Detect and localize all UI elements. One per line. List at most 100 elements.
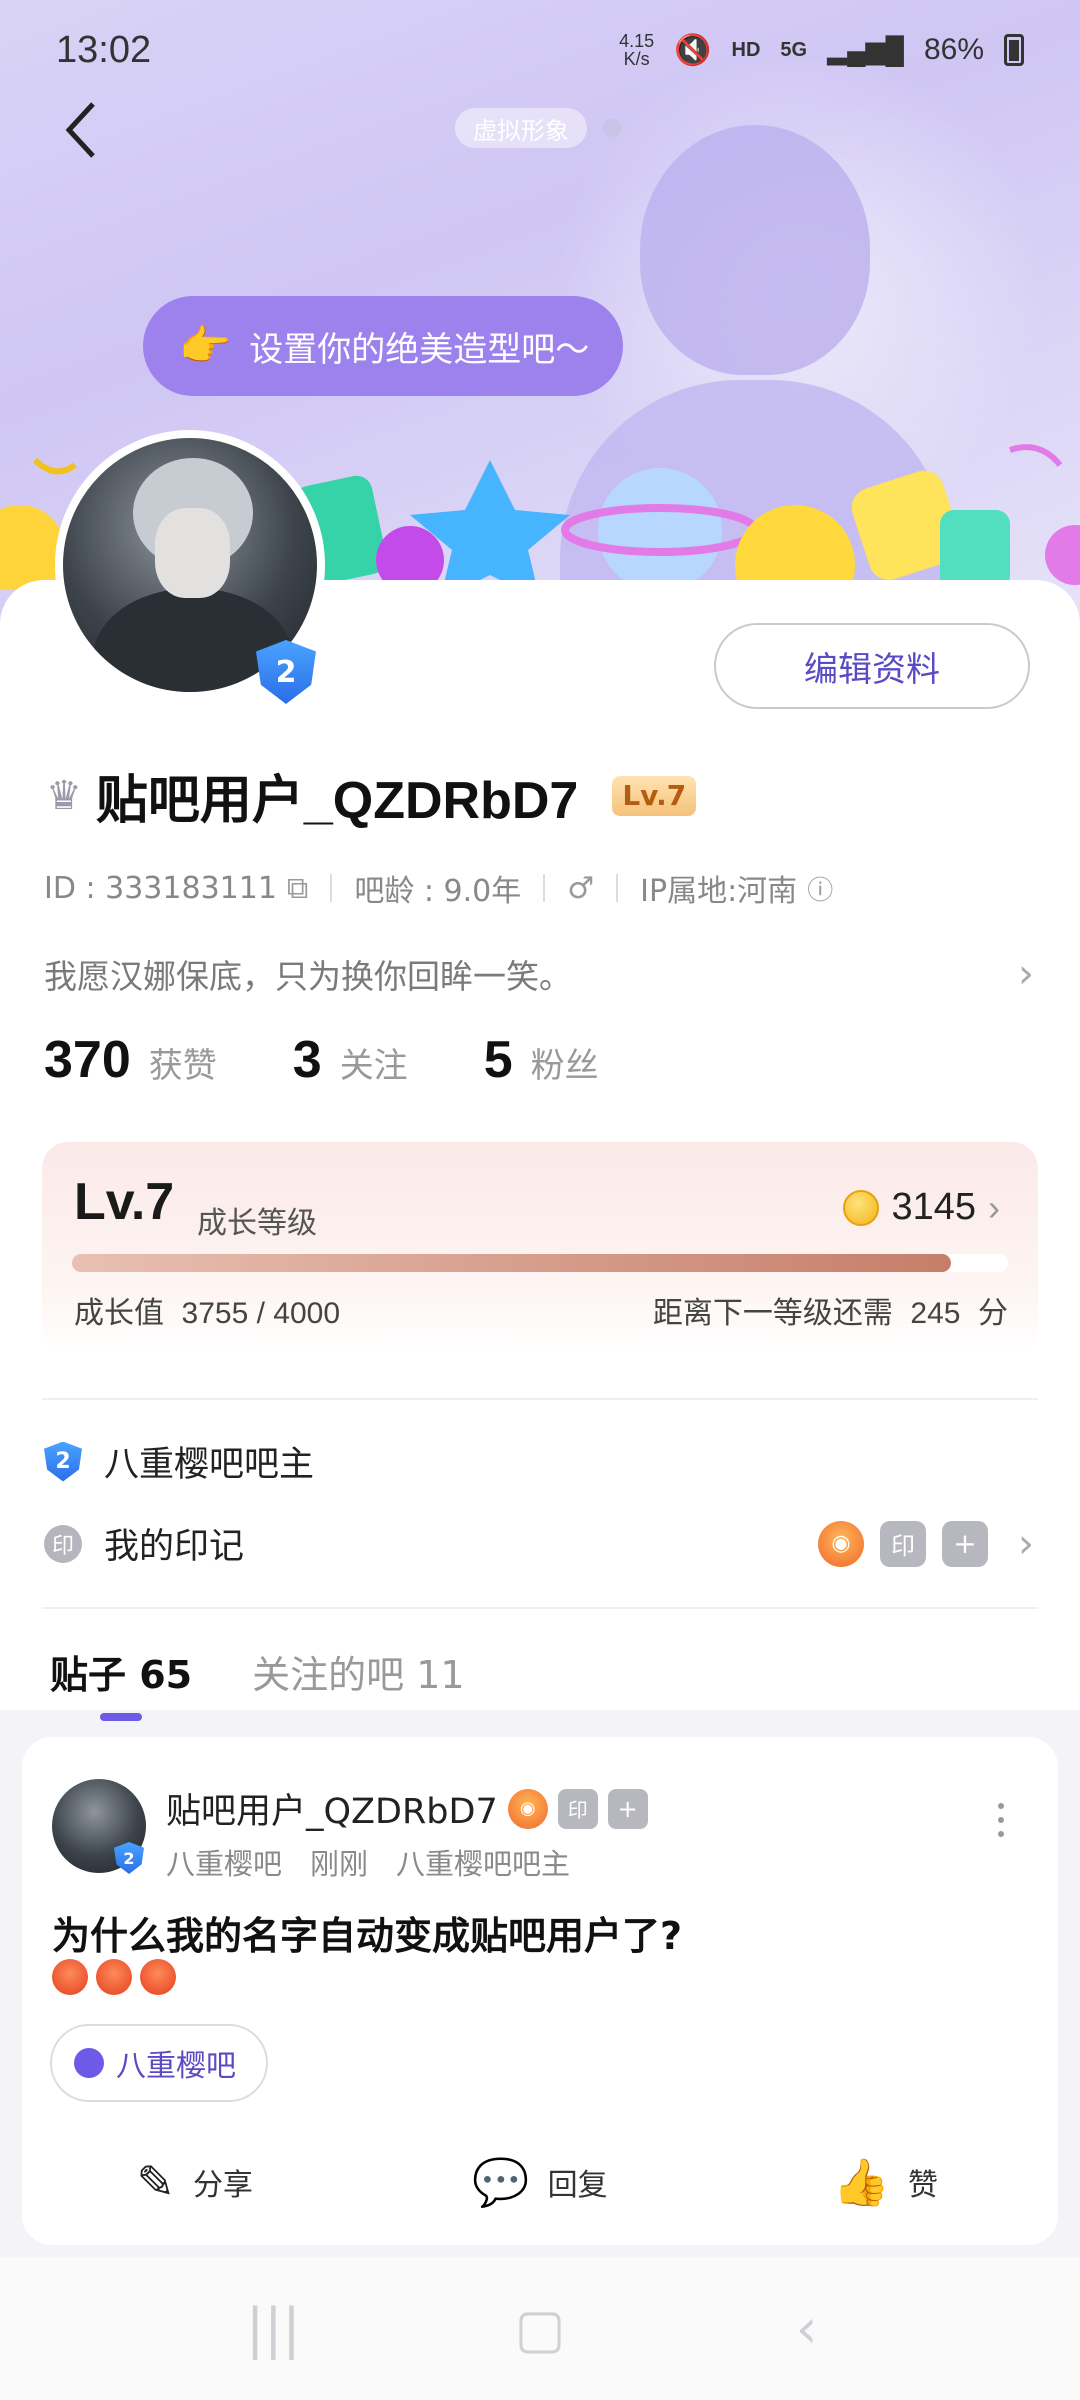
seal-square-icon: 印 (880, 1520, 926, 1567)
planet-icon (74, 2048, 104, 2078)
name-row: ♛ 贴吧用户_QZDRbD7 Lv.7 (46, 758, 697, 833)
ip-location: IP属地:河南 (640, 874, 798, 909)
chevron-right-icon: › (988, 1186, 1000, 1228)
emblem-icon: ◉ (507, 1788, 548, 1829)
emblem-icon: ◉ (818, 1520, 864, 1567)
post-forum: 八重樱吧 (166, 1847, 283, 1881)
stat-label: 获赞 (148, 1046, 217, 1086)
home-icon[interactable]: ▢ (500, 2289, 580, 2369)
growth-progress-fill (72, 1254, 951, 1272)
bar-master-row[interactable]: 2 八重樱吧吧主 (44, 1436, 314, 1487)
stat-label: 粉丝 (530, 1046, 599, 1086)
next-level-value: 245 (910, 1297, 961, 1330)
tab-posts[interactable]: 贴子 65 (50, 1644, 192, 1721)
reply-button[interactable]: 💬 回复 (367, 2155, 712, 2210)
post-time: 刚刚 (310, 1847, 369, 1881)
bio-row[interactable]: 我愿汉娜保底，只为换你回眸一笑。 › (44, 950, 1034, 998)
stat-number: 5 (483, 1031, 513, 1089)
next-level: 距离下一等级还需 245 分 (653, 1288, 1008, 1332)
post-meta: 八重樱吧 刚刚 八重樱吧吧主 (166, 1841, 570, 1883)
my-marks-label: 我的印记 (104, 1527, 245, 1567)
level-subtitle: 成长等级 (197, 1206, 317, 1241)
coin-icon (843, 1189, 880, 1226)
stat-label: 关注 (339, 1046, 408, 1086)
angry-emoji-icon (96, 1959, 132, 1995)
add-mark-icon: + (607, 1788, 648, 1829)
forum-chip-label: 八重樱吧 (116, 2049, 236, 2084)
growth-level-panel[interactable]: Lv.7 成长等级 3145 › 成长值 3755 / 4000 距离下一等级还… (42, 1142, 1038, 1352)
stat-number: 3 (292, 1031, 322, 1089)
avatar-face (155, 508, 230, 598)
battery-text: 86% (923, 33, 984, 66)
profile-tabs: 贴子 65 关注的吧 11 (50, 1644, 465, 1721)
back-button[interactable] (50, 95, 110, 165)
tab-followed-bars[interactable]: 关注的吧 11 (252, 1644, 464, 1699)
stat-likes[interactable]: 370 获赞 (44, 1030, 217, 1090)
hd-label: HD (731, 38, 761, 61)
reply-icon: 💬 (472, 2154, 530, 2209)
coin-count: 3145 (891, 1186, 976, 1228)
network-label: 5G (780, 38, 808, 61)
help-icon[interactable]: ⓘ (807, 870, 833, 907)
avatar-style-button[interactable]: 👉 设置你的绝美造型吧～ (143, 296, 623, 396)
post-actions: ✎ 分享 💬 回复 👍 赞 (22, 2137, 1058, 2227)
bar-master-shield-icon: 2 (114, 1842, 144, 1874)
copy-icon[interactable]: ⧉ (287, 871, 308, 906)
chip-dot (603, 119, 621, 137)
avatar-silhouette-head (640, 125, 870, 375)
reply-label: 回复 (547, 2168, 608, 2203)
male-icon: ♂ (567, 870, 595, 906)
angry-emoji-icon (52, 1959, 88, 1995)
status-icons: 4.15 K/s 🔇 HD 5G ▂▄▆█ 86% (619, 32, 1024, 68)
post-role: 八重樱吧吧主 (396, 1847, 571, 1881)
chevron-left-icon (65, 102, 95, 158)
net-speed-value: 4.15 (619, 31, 655, 51)
more-options-icon[interactable] (998, 1803, 1008, 1837)
net-speed-unit: K/s (623, 49, 650, 69)
divider (616, 874, 619, 902)
growth-label: 成长值 (74, 1296, 164, 1331)
growth-value: 成长值 3755 / 4000 (74, 1288, 340, 1332)
profile-meta: ID : 333183111 ⧉ 吧龄 : 9.0年 ♂ IP属地:河南 ⓘ (44, 866, 833, 910)
post-card[interactable]: 2 贴吧用户_QZDRbD7 ◉ 印 + 八重樱吧 刚刚 八重樱吧吧主 为什么我… (22, 1737, 1058, 2245)
next-level-label: 距离下一等级还需 (652, 1296, 893, 1331)
status-time: 13:02 (56, 28, 152, 71)
back-nav-icon[interactable]: ‹ (767, 2289, 847, 2369)
next-level-unit: 分 (978, 1296, 1008, 1331)
section-divider (42, 1607, 1038, 1609)
coins[interactable]: 3145 › (843, 1186, 1000, 1229)
post-emojis (52, 1959, 176, 1995)
share-label: 分享 (192, 2168, 253, 2203)
mark-icons: ◉ 印 + › (818, 1520, 1034, 1567)
share-button[interactable]: ✎ 分享 (22, 2155, 367, 2209)
pointing-hand-icon: 👉 (179, 321, 232, 370)
my-marks-row[interactable]: 印 我的印记 ◉ 印 + › (44, 1518, 1034, 1569)
battery-icon (1004, 34, 1024, 66)
level-badge[interactable]: Lv.7 (612, 775, 697, 816)
stat-fans[interactable]: 5 粉丝 (484, 1030, 599, 1090)
seal-square-icon: 印 (557, 1788, 598, 1829)
bar-master-label: 八重樱吧吧主 (104, 1445, 315, 1485)
angry-emoji-icon (140, 1959, 176, 1995)
edit-profile-button[interactable]: 编辑资料 (714, 623, 1030, 709)
level-title: Lv.7 (74, 1173, 175, 1231)
stat-following[interactable]: 3 关注 (293, 1030, 408, 1090)
thumbs-up-icon: 👍 (832, 2154, 890, 2209)
post-username[interactable]: 贴吧用户_QZDRbD7 (166, 1783, 498, 1834)
post-user-row: 贴吧用户_QZDRbD7 ◉ 印 + (166, 1783, 648, 1834)
like-button[interactable]: 👍 赞 (713, 2155, 1058, 2210)
signal-icon: ▂▄▆█ (827, 34, 904, 65)
stat-number: 370 (44, 1031, 131, 1089)
virtual-avatar-chip[interactable]: 虚拟形象 (455, 108, 587, 148)
seal-icon: 印 (44, 1524, 82, 1563)
forum-chip[interactable]: 八重樱吧 (50, 2024, 268, 2102)
growth-progress-track (72, 1254, 1008, 1272)
add-mark-icon: + (942, 1520, 988, 1567)
user-id: ID : 333183111 (44, 870, 277, 906)
style-prompt-text: 设置你的绝美造型吧～ (249, 329, 590, 370)
chevron-right-icon: › (1018, 1520, 1034, 1567)
bar-master-shield-icon: 2 (44, 1441, 82, 1482)
chevron-right-icon: › (1018, 951, 1034, 997)
post-title: 为什么我的名字自动变成贴吧用户了? (52, 1914, 683, 1958)
recent-apps-icon[interactable]: ||| (233, 2289, 313, 2369)
